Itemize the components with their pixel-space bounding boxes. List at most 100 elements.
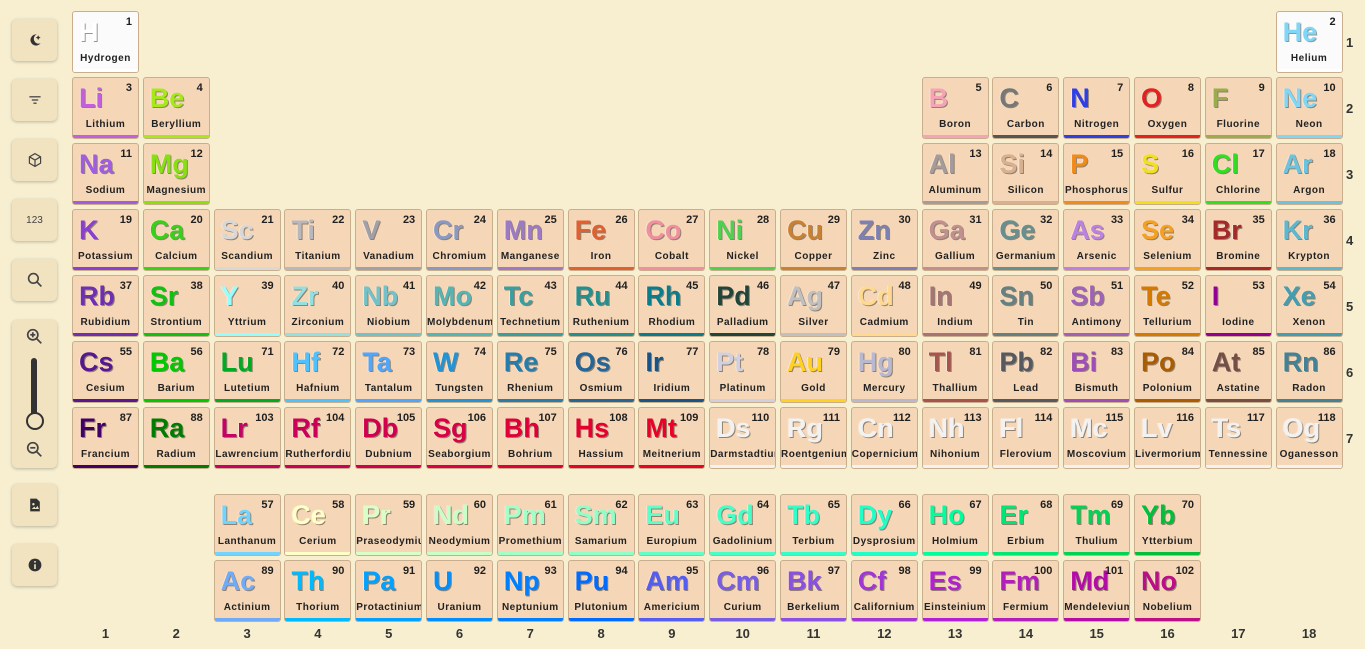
element-tile-calcium[interactable]: Ca 20 Calcium	[142, 209, 210, 271]
element-tile-rhenium[interactable]: Re 75 Rhenium	[496, 341, 564, 403]
element-tile-chlorine[interactable]: Cl 17 Chlorine	[1204, 143, 1272, 205]
element-tile-thallium[interactable]: Tl 81 Thallium	[921, 341, 989, 403]
element-tile-mercury[interactable]: Hg 80 Mercury	[850, 341, 918, 403]
element-tile-moscovium[interactable]: Mc 115 Moscovium	[1063, 407, 1131, 469]
element-tile-niobium[interactable]: Nb 41 Niobium	[355, 275, 423, 337]
element-tile-seaborgium[interactable]: Sg 106 Seaborgium	[426, 407, 493, 469]
element-tile-holmium[interactable]: Ho 67 Holmium	[921, 494, 989, 556]
element-tile-iodine[interactable]: I 53 Iodine	[1204, 275, 1272, 337]
element-tile-potassium[interactable]: K 19 Potassium	[72, 209, 139, 271]
element-tile-iron[interactable]: Fe 26 Iron	[567, 209, 635, 271]
element-tile-hydrogen[interactable]: H 1 Hydrogen	[72, 11, 139, 73]
element-tile-palladium[interactable]: Pd 46 Palladium	[709, 275, 777, 337]
element-tile-rhodium[interactable]: Rh 45 Rhodium	[638, 275, 706, 337]
zoom-slider-handle[interactable]	[26, 412, 44, 430]
element-tile-zirconium[interactable]: Zr 40 Zirconium	[284, 275, 352, 337]
element-tile-cobalt[interactable]: Co 27 Cobalt	[638, 209, 706, 271]
element-tile-tellurium[interactable]: Te 52 Tellurium	[1134, 275, 1201, 337]
element-tile-dubnium[interactable]: Db 105 Dubnium	[355, 407, 423, 469]
element-tile-samarium[interactable]: Sm 62 Samarium	[567, 494, 635, 556]
element-tile-ytterbium[interactable]: Yb 70 Ytterbium	[1134, 494, 1201, 556]
element-tile-thulium[interactable]: Tm 69 Thulium	[1063, 494, 1131, 556]
filter-button[interactable]	[12, 79, 57, 121]
element-tile-tungsten[interactable]: W 74 Tungsten	[426, 341, 493, 403]
element-tile-cadmium[interactable]: Cd 48 Cadmium	[850, 275, 918, 337]
element-tile-copernicium[interactable]: Cn 112 Copernicium	[850, 407, 918, 469]
element-tile-uranium[interactable]: U 92 Uranium	[426, 560, 493, 622]
element-tile-radon[interactable]: Rn 86 Radon	[1275, 341, 1343, 403]
element-tile-argon[interactable]: Ar 18 Argon	[1275, 143, 1343, 205]
element-tile-berkelium[interactable]: Bk 97 Berkelium	[780, 560, 847, 622]
element-tile-lanthanum[interactable]: La 57 Lanthanum	[213, 494, 281, 556]
element-tile-germanium[interactable]: Ge 32 Germanium	[992, 209, 1060, 271]
element-tile-gallium[interactable]: Ga 31 Gallium	[921, 209, 989, 271]
element-tile-cerium[interactable]: Ce 58 Cerium	[284, 494, 352, 556]
element-tile-selenium[interactable]: Se 34 Selenium	[1134, 209, 1201, 271]
element-tile-francium[interactable]: Fr 87 Francium	[72, 407, 139, 469]
element-tile-gold[interactable]: Au 79 Gold	[780, 341, 847, 403]
element-tile-platinum[interactable]: Pt 78 Platinum	[709, 341, 777, 403]
element-tile-terbium[interactable]: Tb 65 Terbium	[780, 494, 847, 556]
element-tile-sodium[interactable]: Na 11 Sodium	[72, 143, 139, 205]
element-tile-dysprosium[interactable]: Dy 66 Dysprosium	[850, 494, 918, 556]
element-tile-beryllium[interactable]: Be 4 Beryllium	[142, 77, 210, 139]
info-button[interactable]	[12, 544, 57, 586]
element-tile-boron[interactable]: B 5 Boron	[921, 77, 989, 139]
element-tile-carbon[interactable]: C 6 Carbon	[992, 77, 1060, 139]
element-tile-hassium[interactable]: Hs 108 Hassium	[567, 407, 635, 469]
element-tile-silicon[interactable]: Si 14 Silicon	[992, 143, 1060, 205]
zoom-slider-track[interactable]	[31, 358, 37, 420]
element-tile-fluorine[interactable]: F 9 Fluorine	[1204, 77, 1272, 139]
element-tile-osmium[interactable]: Os 76 Osmium	[567, 341, 635, 403]
element-tile-europium[interactable]: Eu 63 Europium	[638, 494, 706, 556]
element-tile-curium[interactable]: Cm 96 Curium	[709, 560, 777, 622]
element-tile-yttrium[interactable]: Y 39 Yttrium	[213, 275, 281, 337]
element-tile-lawrencium[interactable]: Lr 103 Lawrencium	[213, 407, 281, 469]
element-tile-phosphorus[interactable]: P 15 Phosphorus	[1063, 143, 1131, 205]
3d-view-button[interactable]	[12, 139, 57, 181]
element-tile-radium[interactable]: Ra 88 Radium	[142, 407, 210, 469]
element-tile-antimony[interactable]: Sb 51 Antimony	[1063, 275, 1131, 337]
element-tile-bromine[interactable]: Br 35 Bromine	[1204, 209, 1272, 271]
element-tile-bohrium[interactable]: Bh 107 Bohrium	[496, 407, 564, 469]
element-tile-protactinium[interactable]: Pa 91 Protactinium	[355, 560, 423, 622]
element-tile-neon[interactable]: Ne 10 Neon	[1275, 77, 1343, 139]
element-tile-krypton[interactable]: Kr 36 Krypton	[1275, 209, 1343, 271]
element-tile-hafnium[interactable]: Hf 72 Hafnium	[284, 341, 352, 403]
element-tile-nickel[interactable]: Ni 28 Nickel	[709, 209, 777, 271]
element-tile-titanium[interactable]: Ti 22 Titanium	[284, 209, 352, 271]
element-tile-fermium[interactable]: Fm 100 Fermium	[992, 560, 1060, 622]
element-tile-erbium[interactable]: Er 68 Erbium	[992, 494, 1060, 556]
element-tile-lithium[interactable]: Li 3 Lithium	[72, 77, 139, 139]
zoom-out-button[interactable]	[12, 434, 57, 464]
element-tile-mendelevium[interactable]: Md 101 Mendelevium	[1063, 560, 1131, 622]
element-tile-copper[interactable]: Cu 29 Copper	[780, 209, 847, 271]
element-tile-helium[interactable]: He 2 Helium	[1275, 11, 1343, 73]
element-tile-lead[interactable]: Pb 82 Lead	[992, 341, 1060, 403]
element-tile-actinium[interactable]: Ac 89 Actinium	[213, 560, 281, 622]
element-tile-americium[interactable]: Am 95 Americium	[638, 560, 706, 622]
element-tile-strontium[interactable]: Sr 38 Strontium	[142, 275, 210, 337]
element-tile-cesium[interactable]: Cs 55 Cesium	[72, 341, 139, 403]
theme-toggle-button[interactable]	[12, 19, 57, 61]
element-tile-roentgenium[interactable]: Rg 111 Roentgenium	[780, 407, 847, 469]
element-tile-sulfur[interactable]: S 16 Sulfur	[1134, 143, 1201, 205]
element-tile-manganese[interactable]: Mn 25 Manganese	[496, 209, 564, 271]
element-tile-rubidium[interactable]: Rb 37 Rubidium	[72, 275, 139, 337]
element-tile-promethium[interactable]: Pm 61 Promethium	[496, 494, 564, 556]
element-tile-technetium[interactable]: Tc 43 Technetium	[496, 275, 564, 337]
element-tile-ruthenium[interactable]: Ru 44 Ruthenium	[567, 275, 635, 337]
element-tile-nihonium[interactable]: Nh 113 Nihonium	[921, 407, 989, 469]
element-tile-molybdenum[interactable]: Mo 42 Molybdenum	[426, 275, 493, 337]
element-tile-nitrogen[interactable]: N 7 Nitrogen	[1063, 77, 1131, 139]
export-image-button[interactable]	[12, 484, 57, 526]
element-tile-chromium[interactable]: Cr 24 Chromium	[426, 209, 493, 271]
element-tile-indium[interactable]: In 49 Indium	[921, 275, 989, 337]
element-tile-scandium[interactable]: Sc 21 Scandium	[213, 209, 281, 271]
element-tile-oganesson[interactable]: Og 118 Oganesson	[1275, 407, 1343, 469]
element-tile-astatine[interactable]: At 85 Astatine	[1204, 341, 1272, 403]
element-tile-rutherfordium[interactable]: Rf 104 Rutherfordium	[284, 407, 352, 469]
element-tile-silver[interactable]: Ag 47 Silver	[780, 275, 847, 337]
element-tile-lutetium[interactable]: Lu 71 Lutetium	[213, 341, 281, 403]
element-tile-oxygen[interactable]: O 8 Oxygen	[1134, 77, 1201, 139]
